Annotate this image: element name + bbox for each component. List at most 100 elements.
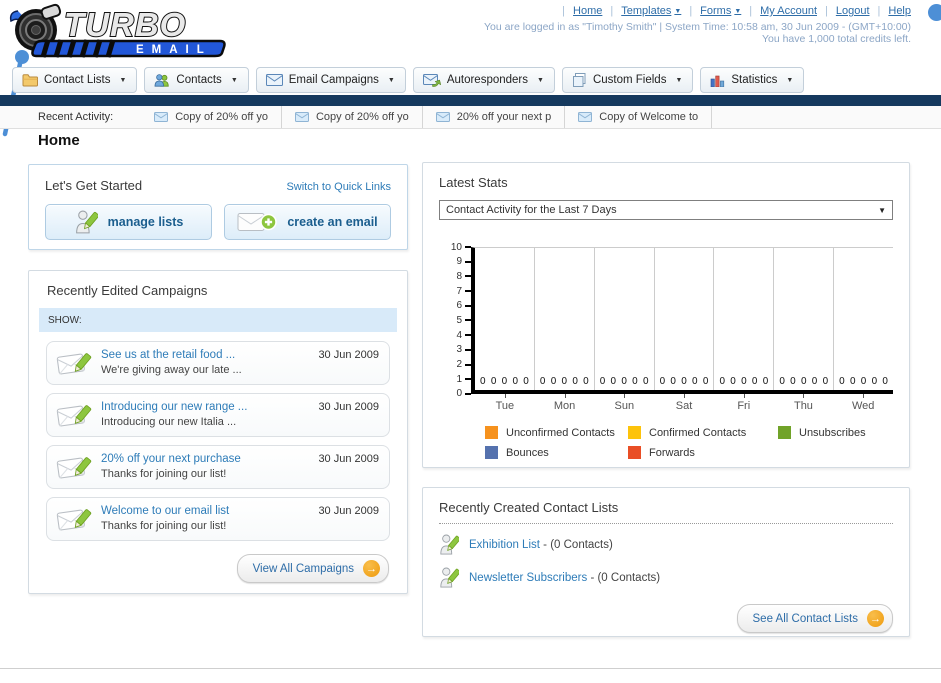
recent-activity-2[interactable]: Copy of 20% off yo — [282, 106, 423, 128]
recently-created-contact-lists-panel: Recently Created Contact Lists Exhibitio… — [422, 487, 910, 637]
person-pencil-icon — [440, 567, 459, 588]
envelope-plus-icon — [237, 213, 278, 231]
topnav-help: Help — [870, 5, 911, 17]
chevron-down-icon: ▼ — [786, 76, 794, 84]
application-window: TURBO EMAIL Home Templates — [0, 0, 941, 683]
topnav-templates: Templates ▼ — [602, 5, 681, 17]
campaign-title-link[interactable]: Welcome to our email list — [101, 504, 318, 519]
tab-label: Contact Lists — [44, 74, 111, 86]
legend-swatch — [485, 446, 498, 459]
dotted-divider — [439, 523, 893, 524]
folder-icon — [22, 73, 38, 86]
envelope-icon — [435, 112, 450, 122]
see-all-contact-lists-button[interactable]: See All Contact Lists → — [736, 604, 893, 633]
contact-activity-chart: 10 9 8 7 6 5 4 3 2 1 0 000000000000000000000000000… — [439, 242, 893, 399]
campaign-filter-bar: SHOW: — [39, 308, 397, 332]
chevron-down-icon: ▼ — [674, 7, 682, 15]
campaign-subtitle: Thanks for joining our list! — [101, 468, 227, 481]
tab-label: Email Campaigns — [288, 74, 379, 86]
contacts-icon — [155, 73, 170, 87]
recent-activity-1[interactable]: Copy of 20% off yo — [141, 106, 282, 128]
legend-item: Forwards — [628, 446, 778, 459]
pages-icon — [572, 73, 586, 87]
campaign-title-link[interactable]: 20% off your next purchase — [101, 452, 318, 467]
tab-label: Custom Fields — [592, 74, 667, 86]
topnav-link[interactable]: Home — [573, 5, 602, 17]
credits-status-text: You have 1,000 total credits left. — [761, 33, 911, 45]
turbo-email-logo: TURBO EMAIL — [8, 3, 230, 64]
person-pencil-icon — [75, 210, 98, 233]
turbo-logo-graphic: TURBO EMAIL — [9, 3, 226, 58]
switch-quick-links-link[interactable]: Switch to Quick Links — [286, 181, 391, 193]
show-label: SHOW: — [48, 314, 82, 326]
envelope-pencil-icon — [56, 404, 92, 427]
svg-text:EMAIL: EMAIL — [136, 44, 212, 56]
tab-label: Autoresponders — [446, 74, 529, 86]
topnav-logout: Logout — [817, 5, 870, 17]
tab-autoresponders[interactable]: Autoresponders ▼ — [412, 67, 555, 93]
tab-label: Contacts — [176, 74, 222, 86]
campaign-title-link[interactable]: See us at the retail food ... — [101, 348, 318, 363]
chevron-down-icon: ▼ — [230, 76, 238, 84]
recent-activity-label: Recent Activity: — [38, 111, 114, 123]
legend-swatch — [628, 446, 641, 459]
annotation-dot-right — [928, 4, 941, 21]
chevron-down-icon: ▼ — [119, 76, 127, 84]
arrow-right-icon: → — [363, 560, 380, 577]
contact-list-link[interactable]: Newsletter Subscribers — [469, 572, 587, 584]
main-menu: Contact Lists ▼ Contacts ▼ Email Campaig… — [12, 67, 805, 93]
svg-text:TURBO: TURBO — [64, 6, 186, 43]
campaign-subtitle: Thanks for joining our list! — [101, 520, 227, 533]
envelope-pencil-icon — [56, 352, 92, 375]
arrow-right-icon: → — [867, 610, 884, 627]
campaigns-panel-title: Recently Edited Campaigns — [47, 283, 208, 298]
legend-swatch — [778, 426, 791, 439]
topnav-link[interactable]: Forms ▼ — [700, 5, 741, 17]
chart-legend: Unconfirmed Contacts Confirmed Contacts … — [485, 426, 893, 459]
legend-item: Unsubscribes — [778, 426, 893, 439]
tab-custom-fields[interactable]: Custom Fields ▼ — [561, 67, 694, 93]
campaign-subtitle: We're giving away our late ... — [101, 364, 242, 377]
stats-report-dropdown[interactable]: Contact Activity for the Last 7 Days ▼ — [439, 200, 893, 220]
latest-stats-panel: Latest Stats Contact Activity for the La… — [422, 162, 910, 468]
campaign-row: Welcome to our email list Thanks for joi… — [46, 497, 390, 541]
contact-lists-title: Recently Created Contact Lists — [439, 500, 619, 515]
topnav-link[interactable]: Logout — [836, 5, 870, 17]
campaign-title-link[interactable]: Introducing our new range ... — [101, 400, 318, 415]
tab-statistics[interactable]: Statistics ▼ — [700, 67, 805, 93]
chevron-down-icon: ▼ — [734, 7, 742, 15]
dropdown-arrow-icon: ▼ — [878, 205, 886, 215]
campaign-row: See us at the retail food ... We're givi… — [46, 341, 390, 385]
tab-contact-lists[interactable]: Contact Lists ▼ — [12, 67, 138, 93]
get-started-panel: Let's Get Started Switch to Quick Links … — [28, 164, 408, 250]
person-pencil-icon — [440, 534, 459, 555]
campaign-date: 30 Jun 2009 — [318, 453, 379, 465]
manage-lists-button[interactable]: manage lists — [45, 204, 212, 240]
legend-swatch — [485, 426, 498, 439]
chart-y-axis: 10 9 8 7 6 5 4 3 2 1 0 — [439, 242, 471, 399]
tab-email-campaigns[interactable]: Email Campaigns ▼ — [255, 67, 406, 93]
recent-activity-4[interactable]: Copy of Welcome to — [565, 106, 713, 128]
login-status-text: You are logged in as "Timothy Smith" | S… — [484, 21, 911, 33]
legend-item: Confirmed Contacts — [628, 426, 778, 439]
contact-list-link[interactable]: Exhibition List — [469, 539, 540, 551]
envelope-icon — [294, 112, 309, 122]
legend-item: Unconfirmed Contacts — [485, 426, 628, 439]
envelope-pencil-icon — [56, 508, 92, 531]
tab-contacts[interactable]: Contacts ▼ — [144, 67, 249, 93]
chevron-down-icon: ▼ — [537, 76, 544, 84]
create-email-button[interactable]: create an email — [224, 204, 391, 240]
topnav-link[interactable]: Templates ▼ — [621, 5, 681, 17]
recent-activity-bar: Recent Activity: Copy of 20% off yo Copy… — [0, 106, 941, 129]
contact-list-count: - (0 Contacts) — [543, 539, 613, 551]
envelope-icon — [154, 112, 169, 122]
envelope-pencil-icon — [56, 456, 92, 479]
tab-label: Statistics — [731, 74, 778, 86]
barchart-icon — [711, 75, 725, 87]
topnav-link[interactable]: My Account — [760, 5, 817, 17]
recent-activity-3[interactable]: 20% off your next p — [423, 106, 566, 128]
autoresponder-icon — [422, 73, 441, 87]
view-all-campaigns-button[interactable]: View All Campaigns → — [236, 554, 389, 583]
campaign-subtitle: Introducing our new Italia ... — [101, 416, 237, 429]
topnav-link[interactable]: Help — [888, 5, 911, 17]
